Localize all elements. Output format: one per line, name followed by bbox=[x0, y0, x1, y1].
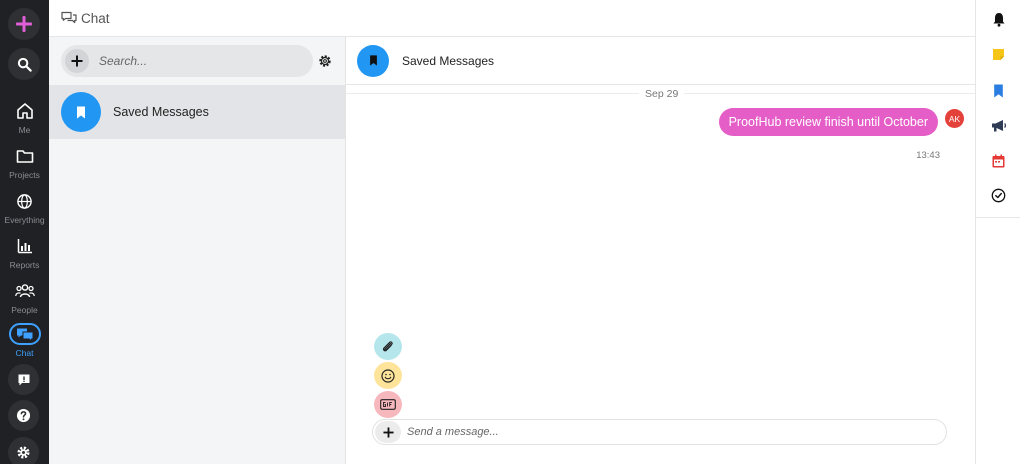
nav-item-me[interactable]: Me bbox=[0, 100, 49, 144]
home-icon bbox=[16, 103, 33, 119]
help-button[interactable] bbox=[8, 400, 39, 431]
date-divider: Sep 29 bbox=[346, 88, 975, 100]
people-icon bbox=[14, 284, 35, 298]
nav-item-label: Me bbox=[18, 125, 31, 135]
emoji-button[interactable] bbox=[374, 362, 402, 389]
folder-icon bbox=[16, 150, 33, 163]
composer-add-button[interactable] bbox=[375, 421, 401, 443]
nav-item-label: Everything bbox=[4, 215, 45, 225]
left-navigation: Me Projects Everything Reports People Ch… bbox=[0, 0, 49, 464]
calendar-icon bbox=[992, 154, 1005, 167]
rail-divider bbox=[976, 217, 1020, 218]
quick-add-button[interactable] bbox=[8, 8, 40, 40]
date-label: Sep 29 bbox=[639, 88, 685, 100]
nav-item-chat[interactable]: Chat bbox=[0, 323, 49, 367]
announcements-button[interactable] bbox=[990, 117, 1007, 134]
bookmark-icon bbox=[369, 55, 377, 66]
search-icon bbox=[17, 57, 32, 72]
megaphone-icon bbox=[991, 119, 1006, 131]
notifications-button[interactable] bbox=[990, 11, 1007, 28]
nav-item-reports[interactable]: Reports bbox=[0, 235, 49, 279]
bell-icon bbox=[993, 13, 1004, 27]
gif-icon bbox=[380, 399, 396, 410]
chat-bubbles-icon bbox=[16, 328, 33, 342]
nav-item-label: Chat bbox=[15, 348, 34, 358]
chat-header: Saved Messages bbox=[346, 37, 975, 85]
conversation-sidebar: Saved Messages bbox=[49, 37, 346, 464]
message-composer bbox=[372, 419, 947, 445]
plus-icon bbox=[16, 16, 32, 32]
smiley-icon bbox=[381, 368, 395, 383]
gear-icon bbox=[319, 55, 331, 67]
paperclip-icon bbox=[382, 340, 393, 351]
search-input[interactable] bbox=[99, 45, 304, 77]
message-text: ProofHub review finish until October bbox=[728, 115, 928, 129]
bookmarks-button[interactable] bbox=[990, 82, 1007, 99]
settings-button[interactable] bbox=[8, 437, 39, 464]
clock-check-icon bbox=[991, 188, 1006, 203]
conversation-name: Saved Messages bbox=[113, 105, 209, 119]
conversation-item-saved-messages[interactable]: Saved Messages bbox=[49, 85, 345, 139]
nav-item-label: People bbox=[11, 305, 38, 315]
message-bubble[interactable]: ProofHub review finish until October bbox=[718, 108, 938, 136]
gif-button[interactable] bbox=[374, 391, 402, 418]
timesheet-button[interactable] bbox=[990, 187, 1007, 204]
nav-item-projects[interactable]: Projects bbox=[0, 145, 49, 189]
nav-item-label: Projects bbox=[9, 170, 40, 180]
plus-icon bbox=[382, 426, 394, 438]
global-search-button[interactable] bbox=[8, 48, 40, 80]
bar-chart-icon bbox=[17, 239, 32, 254]
chat-settings-button[interactable] bbox=[317, 53, 333, 69]
sticky-note-icon bbox=[993, 49, 1004, 60]
avatar bbox=[61, 92, 101, 132]
right-rail bbox=[975, 0, 1020, 464]
nav-item-label: Reports bbox=[9, 260, 40, 270]
chat-outline-icon bbox=[61, 11, 77, 24]
nav-item-people[interactable]: People bbox=[0, 280, 49, 324]
chat-title: Saved Messages bbox=[402, 53, 495, 68]
message-input[interactable] bbox=[407, 420, 937, 444]
gear-icon bbox=[17, 446, 30, 459]
help-icon bbox=[16, 408, 31, 423]
bookmark-icon bbox=[77, 106, 85, 118]
message-timestamp: 13:43 bbox=[916, 150, 940, 161]
notes-button[interactable] bbox=[990, 46, 1007, 63]
attach-file-button[interactable] bbox=[374, 333, 402, 360]
feedback-icon bbox=[18, 374, 29, 385]
new-conversation-button[interactable] bbox=[65, 49, 89, 73]
search-bar bbox=[61, 45, 313, 77]
nav-item-everything[interactable]: Everything bbox=[0, 190, 49, 234]
avatar bbox=[357, 44, 389, 77]
plus-icon bbox=[71, 55, 83, 67]
calendar-button[interactable] bbox=[990, 152, 1007, 169]
feedback-button[interactable] bbox=[8, 364, 39, 395]
avatar[interactable]: AK bbox=[945, 109, 964, 128]
globe-icon bbox=[17, 193, 32, 209]
page-title: Chat bbox=[81, 10, 110, 26]
top-header: Chat bbox=[49, 0, 975, 37]
bookmark-icon bbox=[994, 84, 1003, 97]
avatar-initials: AK bbox=[948, 113, 961, 124]
